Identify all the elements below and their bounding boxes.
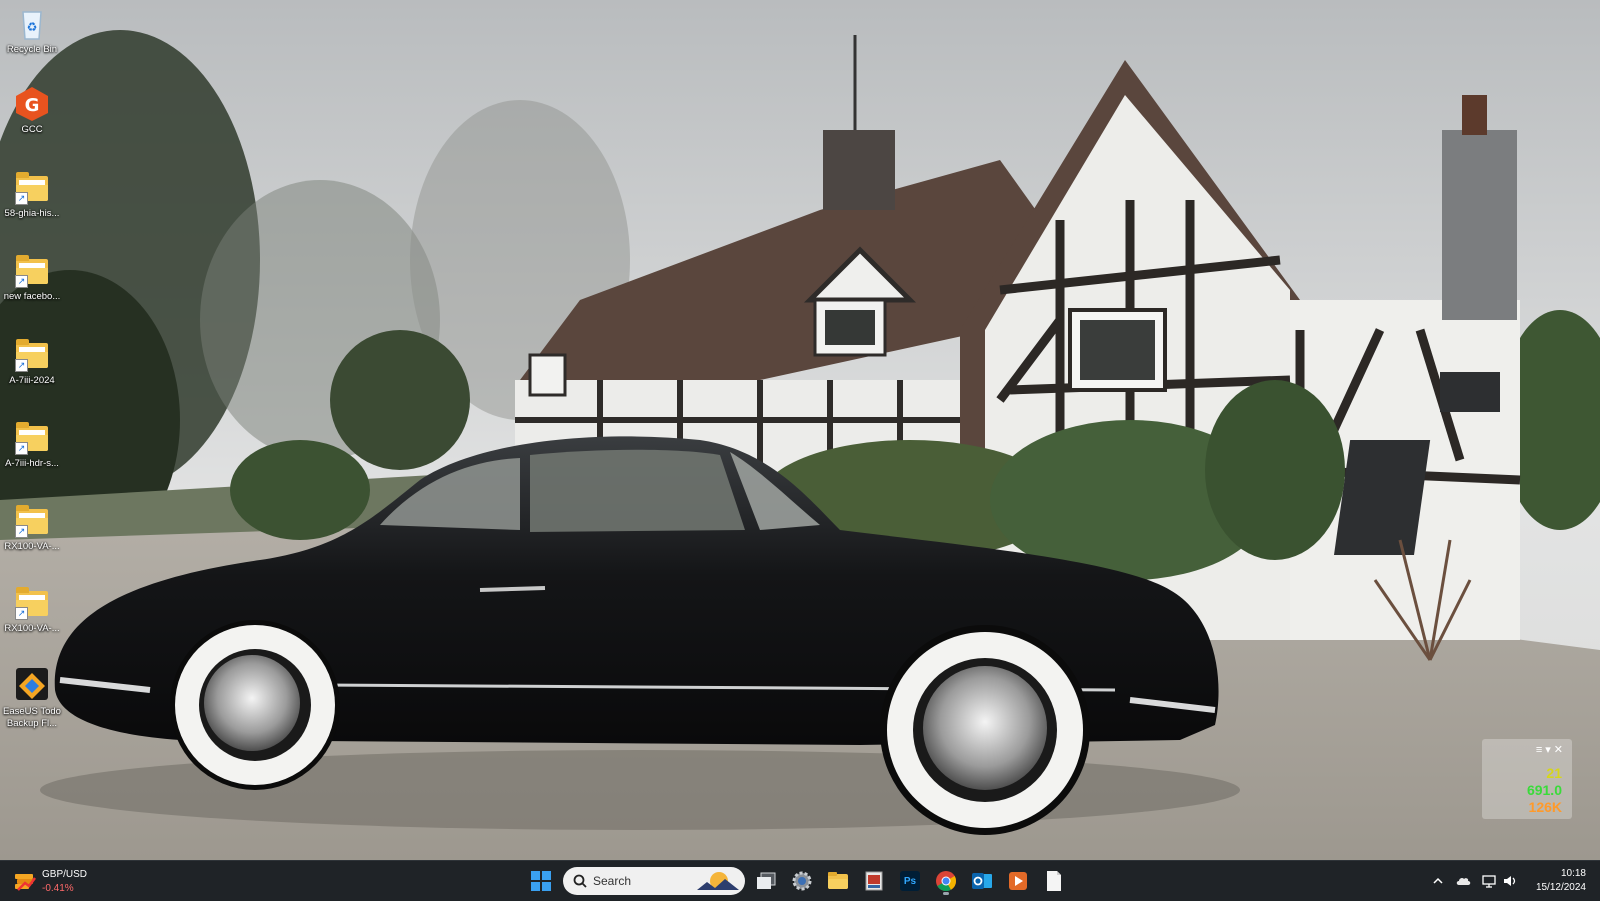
photoshop-icon: Ps <box>900 871 920 891</box>
desktop-wallpaper <box>0 0 1600 860</box>
desktop-icon-label: RX100-VA-... <box>4 541 60 552</box>
system-tray: 10:18 15/12/2024 <box>1400 861 1600 901</box>
performance-monitor-widget[interactable]: ≡▾✕ 21 691.0 126K <box>1482 739 1572 819</box>
widget-title: GBP/USD <box>42 869 88 880</box>
taskbar-clock[interactable]: 10:18 15/12/2024 <box>1536 867 1586 895</box>
image-viewer-icon <box>865 871 883 891</box>
desktop-icon-recycle-bin[interactable]: ♻ Recycle Bin <box>0 6 64 56</box>
clock-time: 10:18 <box>1560 868 1586 879</box>
task-view-icon <box>757 872 776 889</box>
start-icon <box>531 871 551 891</box>
desktop-icon-folder-4[interactable]: ↗ A-7iii-hdr-s... <box>0 420 64 470</box>
media-player-icon <box>1009 872 1027 890</box>
desktop-icon-label: GCC <box>21 124 43 135</box>
settings-app-button[interactable] <box>786 865 818 897</box>
file-explorer-icon <box>828 872 848 889</box>
chrome-button[interactable] <box>930 865 962 897</box>
volume-icon[interactable] <box>1502 873 1518 889</box>
desktop-icon-label: new facebo... <box>3 291 61 302</box>
desktop-icon-folder-5[interactable]: ↗ RX100-VA-... <box>0 503 64 553</box>
taskbar-search[interactable]: Search <box>563 867 745 895</box>
easeus-app-icon <box>12 668 52 704</box>
desktop-icon-label: RX100-VA-... <box>4 623 60 634</box>
clock-date: 15/12/2024 <box>1535 882 1586 893</box>
desktop-icon-folder-3[interactable]: ↗ A-7iii-2024 <box>0 337 64 387</box>
search-icon <box>573 874 587 888</box>
network-icon[interactable] <box>1482 873 1498 889</box>
taskbar: GBP/USD -0.41% Search Ps 10:18 15/12/202… <box>0 860 1600 901</box>
shortcut-arrow-icon: ↗ <box>15 192 28 205</box>
settings-icon <box>792 871 812 891</box>
image-viewer-button[interactable] <box>858 865 890 897</box>
folder-icon: ↗ <box>12 337 52 373</box>
start-button[interactable] <box>525 865 557 897</box>
desktop-icon-folder-1[interactable]: ↗ 58-ghia-his... <box>0 170 64 220</box>
widget-change: -0.41% <box>42 883 74 894</box>
desktop-icon-easeus[interactable]: EaseUS Todo Backup Fl... <box>0 668 64 730</box>
chrome-icon <box>936 871 957 892</box>
desktop-icon-folder-6[interactable]: ↗ RX100-VA-... <box>0 585 64 635</box>
chevron-up-icon[interactable] <box>1430 873 1446 889</box>
desktop-icon-label: A-7iii-2024 <box>9 375 55 386</box>
recycle-bin-icon: ♻ <box>12 6 52 42</box>
currency-trend-icon <box>15 874 36 891</box>
shortcut-arrow-icon: ↗ <box>15 525 28 538</box>
perf-value-3: 126K <box>1528 799 1562 815</box>
desktop-icon-label: A-7iii-hdr-s... <box>5 458 59 469</box>
desktop-icon-gcc[interactable]: G GCC <box>0 86 64 136</box>
widget-controls[interactable]: ≡▾✕ <box>1536 743 1566 756</box>
svg-text:G: G <box>25 95 40 116</box>
perf-value-2: 691.0 <box>1526 782 1562 798</box>
perf-value-1: 21 <box>1546 765 1562 781</box>
notepad-icon <box>1047 871 1061 891</box>
folder-icon: ↗ <box>12 585 52 621</box>
media-player-button[interactable] <box>1002 865 1034 897</box>
outlook-button[interactable] <box>966 865 998 897</box>
search-highlight-icon <box>697 872 739 890</box>
notepad-button[interactable] <box>1038 865 1070 897</box>
folder-icon: ↗ <box>12 253 52 289</box>
gcc-app-icon: G <box>12 86 52 122</box>
shortcut-arrow-icon: ↗ <box>15 607 28 620</box>
desktop-icon-label: Recycle Bin <box>6 44 58 55</box>
file-explorer-button[interactable] <box>822 865 854 897</box>
running-indicator <box>943 892 949 895</box>
desktop-icon-label: 58-ghia-his... <box>4 208 60 219</box>
search-placeholder: Search <box>593 874 632 888</box>
shortcut-arrow-icon: ↗ <box>15 442 28 455</box>
folder-icon: ↗ <box>12 503 52 539</box>
outlook-icon <box>972 873 992 889</box>
folder-icon: ↗ <box>12 420 52 456</box>
desktop-icon-label: EaseUS Todo Backup Fl... <box>3 706 61 729</box>
widgets-button[interactable]: GBP/USD -0.41% <box>8 865 138 897</box>
shortcut-arrow-icon: ↗ <box>15 359 28 372</box>
task-view-button[interactable] <box>750 865 782 897</box>
svg-text:♻: ♻ <box>27 20 38 34</box>
desktop-icon-folder-2[interactable]: ↗ new facebo... <box>0 253 64 303</box>
photoshop-button[interactable]: Ps <box>894 865 926 897</box>
onedrive-cloud-icon[interactable] <box>1456 873 1472 889</box>
photoshop-icon-label: Ps <box>903 875 917 887</box>
folder-icon: ↗ <box>12 170 52 206</box>
shortcut-arrow-icon: ↗ <box>15 275 28 288</box>
